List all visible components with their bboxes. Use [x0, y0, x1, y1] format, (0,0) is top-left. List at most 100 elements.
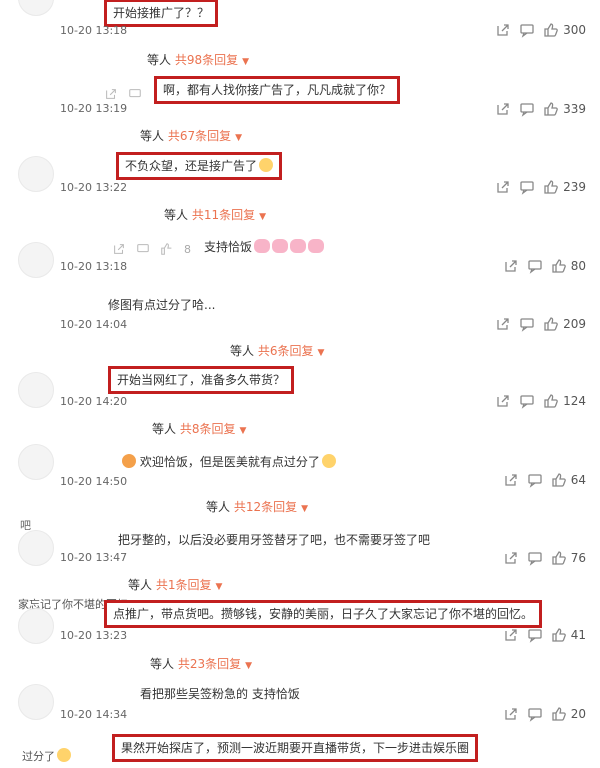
comment-item: 不负众望，还是接广告了 10-20 13:22 239 等人 共11条回复 ▼	[0, 152, 600, 227]
reply-summary[interactable]: 等人 共11条回复 ▼	[164, 206, 266, 223]
avatar[interactable]	[18, 608, 54, 644]
like-count: 339	[563, 102, 586, 116]
chevron-down-icon: ▼	[242, 57, 250, 67]
comment-actions: 239	[495, 179, 586, 195]
like-icon	[552, 707, 566, 721]
share-icon[interactable]	[503, 472, 519, 488]
like-button[interactable]: 239	[543, 179, 586, 195]
comment-time: 10-20 14:50	[60, 475, 128, 488]
avatar[interactable]	[18, 156, 54, 192]
share-icon[interactable]	[503, 258, 519, 274]
reply-count: 共1条回复	[155, 578, 212, 592]
avatar[interactable]	[18, 242, 54, 278]
emoji-icon	[321, 454, 336, 468]
reply-summary[interactable]: 等人 共12条回复 ▼	[206, 498, 308, 515]
avatar[interactable]	[18, 0, 54, 16]
faded-actions: 8	[112, 242, 191, 256]
comment-icon[interactable]	[527, 550, 543, 566]
comment-item: 啊，都有人找你接广告了，凡凡成就了你？ 10-20 13:19 339 等人 共…	[0, 75, 600, 150]
reply-summary[interactable]: 等人 共6条回复 ▼	[230, 342, 324, 359]
reply-count: 共6条回复	[257, 344, 314, 358]
like-button[interactable]: 300	[543, 22, 586, 38]
comment-item: 欢迎恰饭，但是医美就有点过分了 10-20 14:50 64 等人 共12条回复…	[0, 444, 600, 518]
comment-icon[interactable]	[519, 179, 535, 195]
chevron-down-icon: ▼	[245, 661, 253, 671]
comment-text: 欢迎恰饭，但是医美就有点过分了	[120, 453, 336, 470]
share-icon	[114, 244, 124, 254]
share-icon[interactable]	[503, 706, 519, 722]
pig-emoji-icon	[290, 239, 307, 253]
comment-text: 不负众望，还是接广告了	[116, 152, 283, 180]
like-count: 300	[563, 23, 586, 37]
chevron-down-icon: ▼	[301, 504, 309, 514]
comment-time: 10-20 13:23	[60, 629, 128, 642]
share-icon[interactable]	[495, 316, 511, 332]
comment-icon[interactable]	[519, 22, 535, 38]
comment-actions: 209	[495, 316, 586, 332]
comment-icon[interactable]	[519, 101, 535, 117]
comment-time: 10-20 13:22	[60, 181, 128, 194]
reply-prefix: 等人	[150, 657, 175, 671]
like-button[interactable]: 124	[543, 393, 586, 409]
reply-count: 共11条回复	[191, 208, 256, 222]
comment-time: 10-20 14:04	[60, 318, 128, 331]
chevron-down-icon: ▼	[259, 212, 267, 222]
comment-time: 10-20 13:47	[60, 551, 128, 564]
comment-item: 看把那些吴签粉急的 支持恰饭 10-20 14:34 20	[0, 680, 600, 730]
share-icon[interactable]	[495, 179, 511, 195]
avatar[interactable]	[18, 530, 54, 566]
like-button[interactable]: 20	[551, 706, 586, 722]
comment-time: 10-20 13:18	[60, 260, 128, 273]
avatar[interactable]	[18, 444, 54, 480]
comment-text: 开始接推广了？？	[104, 0, 219, 27]
share-icon	[106, 89, 116, 99]
comment-icon	[137, 244, 149, 253]
share-icon[interactable]	[495, 101, 511, 117]
share-icon[interactable]	[495, 22, 511, 38]
reply-summary[interactable]: 等人 共67条回复 ▼	[140, 127, 242, 144]
comment-actions: 41	[503, 627, 586, 643]
chevron-down-icon: ▼	[215, 582, 223, 592]
avatar[interactable]	[18, 684, 54, 720]
like-button[interactable]: 209	[543, 316, 586, 332]
like-button[interactable]: 80	[551, 258, 586, 274]
comment-item: 修图有点过分了哈... 10-20 14:04 209 等人 共6条回复 ▼	[0, 290, 600, 360]
comment-actions: 339	[495, 101, 586, 117]
comment-icon[interactable]	[527, 706, 543, 722]
like-button[interactable]: 76	[551, 550, 586, 566]
like-button[interactable]: 41	[551, 627, 586, 643]
comment-icon[interactable]	[527, 258, 543, 274]
comment-text: 看把那些吴签粉急的 支持恰饭	[140, 687, 300, 701]
like-button[interactable]: 339	[543, 101, 586, 117]
avatar[interactable]	[18, 372, 54, 408]
share-icon[interactable]	[503, 627, 519, 643]
comment-icon	[129, 89, 141, 98]
share-icon[interactable]	[503, 550, 519, 566]
comment-time: 10-20 14:20	[60, 395, 128, 408]
comment-icon[interactable]	[519, 316, 535, 332]
reply-prefix: 等人	[164, 208, 189, 222]
reply-summary[interactable]: 等人 共8条回复 ▼	[152, 420, 246, 437]
comment-icon[interactable]	[527, 472, 543, 488]
comment-actions: 300	[495, 22, 586, 38]
like-icon	[544, 180, 558, 194]
comment-icon[interactable]	[527, 627, 543, 643]
comment-text: 开始当网红了，准备多久带货？	[108, 366, 295, 394]
reply-count: 共8条回复	[179, 422, 236, 436]
share-icon[interactable]	[495, 393, 511, 409]
comment-actions: 124	[495, 393, 586, 409]
comment-text-content: 欢迎恰饭，但是医美就有点过分了	[139, 455, 320, 469]
like-button[interactable]: 64	[551, 472, 586, 488]
reply-summary[interactable]: 等人 共98条回复 ▼	[147, 51, 249, 68]
comment-icon[interactable]	[519, 393, 535, 409]
like-icon	[161, 243, 172, 255]
reply-summary[interactable]: 等人 共23条回复 ▼	[150, 655, 252, 672]
emoji-icon	[259, 158, 274, 172]
reply-summary[interactable]: 等人 共1条回复 ▼	[128, 576, 222, 593]
comment-text: 果然开始探店了，预测一波近期要开直播带货，下一步进击娱乐圈	[112, 734, 479, 762]
like-count: 76	[570, 551, 586, 565]
comment-item: 果然开始探店了，预测一波近期要开直播带货，下一步进击娱乐圈	[0, 734, 600, 768]
like-count: 124	[563, 394, 586, 408]
comment-actions: 76	[503, 550, 586, 566]
comment-time: 10-20 13:19	[60, 102, 128, 115]
